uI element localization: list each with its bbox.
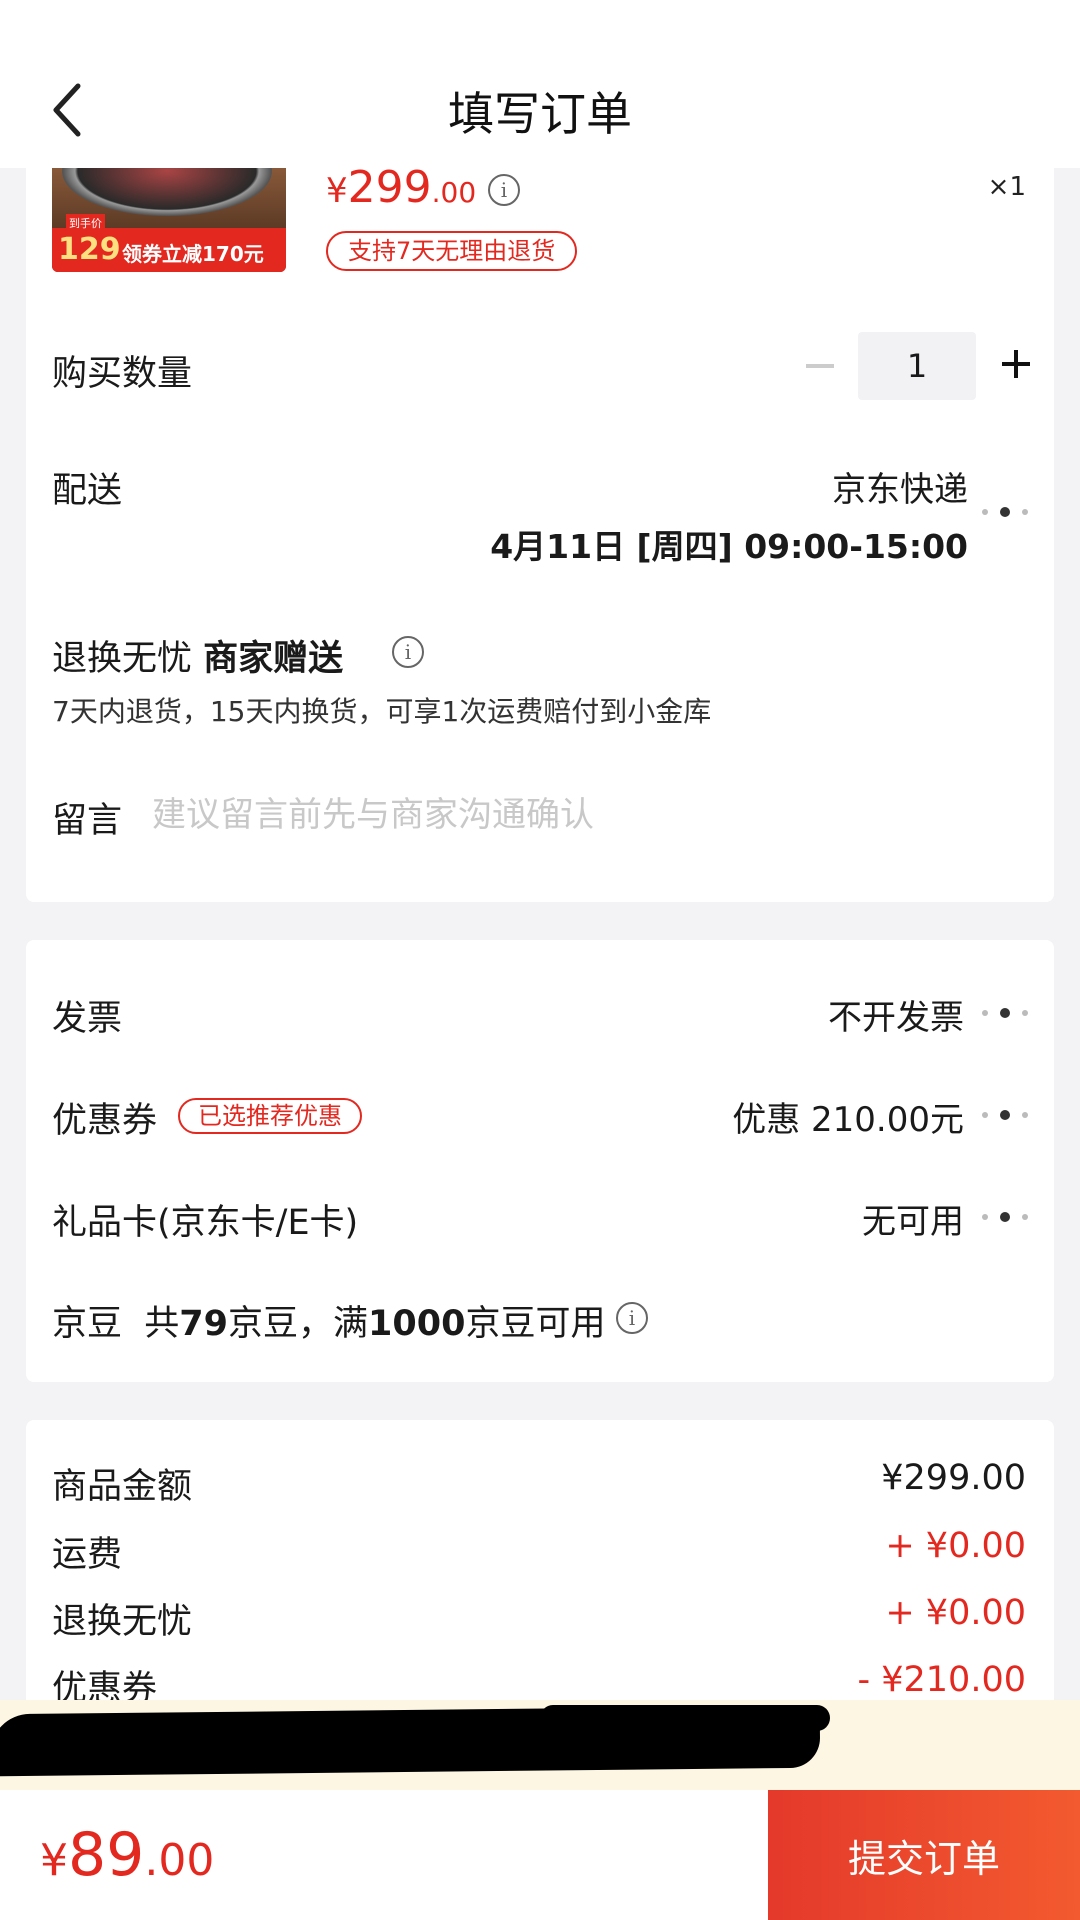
product-thumbnail[interactable]: 到手价 129 领券立减170元 <box>52 166 286 272</box>
worry-free-info-icon[interactable]: i <box>392 636 424 668</box>
redaction-mark-top <box>540 1705 830 1731</box>
submit-order-button[interactable]: 提交订单 <box>768 1790 1080 1920</box>
total-price: ¥89.00 <box>40 1820 214 1890</box>
page-title: 填写订单 <box>448 87 632 141</box>
total-currency: ¥ <box>40 1835 68 1886</box>
beans-post: 京豆可用 <box>465 1304 606 1344</box>
worry-free-row: 退换无忧 商家赠送 <box>52 630 343 681</box>
goods-amount-label: 商品金额 <box>52 1467 193 1507</box>
beans-mid: 京豆，满 <box>228 1304 369 1344</box>
delivery-carrier[interactable]: 京东快递 <box>832 462 968 511</box>
worry-free-fee-label: 退换无忧 <box>52 1602 193 1642</box>
invoice-more-icon[interactable] <box>982 1007 1028 1019</box>
thumbnail-promo-banner: 到手价 129 领券立减170元 <box>52 214 286 272</box>
shipping-value: + ¥0.00 <box>885 1526 1026 1566</box>
worry-free-gift: 商家赠送 <box>203 639 344 679</box>
price-info-icon[interactable]: i <box>488 174 520 206</box>
promo-text: 领券立减170元 <box>122 242 264 266</box>
beans-info-icon[interactable]: i <box>616 1302 648 1334</box>
beans-label: 京豆 <box>52 1304 123 1344</box>
price-integer: 299 <box>347 162 432 213</box>
quantity-label: 购买数量 <box>52 354 193 394</box>
worry-free-description: 7天内退货，15天内换货，可享1次运费赔付到小金库 <box>52 695 712 728</box>
delivery-label: 配送 <box>52 471 123 511</box>
gift-card-label: 礼品卡(京东卡/E卡) <box>52 1203 359 1243</box>
gift-card-more-icon[interactable] <box>982 1211 1028 1223</box>
coupon-value[interactable]: 优惠 210.00元 <box>732 1092 964 1141</box>
jd-beans-row: 京豆 共79京豆，满1000京豆可用 <box>52 1295 605 1346</box>
worry-free-fee-value: + ¥0.00 <box>885 1593 1026 1633</box>
beans-pre: 共 <box>144 1304 180 1344</box>
total-integer: 89 <box>68 1820 145 1890</box>
beans-threshold: 1000 <box>368 1304 466 1344</box>
coupon-selected-badge: 已选推荐优惠 <box>178 1098 362 1134</box>
delivery-more-icon[interactable] <box>982 506 1028 518</box>
quantity-value[interactable]: 1 <box>858 332 976 400</box>
shipping-label: 运费 <box>52 1535 123 1575</box>
gift-card-value[interactable]: 无可用 <box>862 1194 964 1243</box>
goods-amount-value: ¥299.00 <box>881 1458 1026 1498</box>
quantity-increase-button[interactable] <box>1002 350 1030 378</box>
message-input[interactable] <box>152 790 852 840</box>
price-currency: ¥ <box>326 171 348 211</box>
coupon-discount-value: - ¥210.00 <box>857 1660 1027 1700</box>
delivery-time[interactable]: 4月11日 [周四] 09:00-15:00 <box>490 520 968 568</box>
coupon-more-icon[interactable] <box>982 1109 1028 1121</box>
product-price: ¥299.00 <box>326 162 476 213</box>
worry-free-label: 退换无忧 <box>52 639 193 679</box>
total-decimal: .00 <box>144 1835 215 1886</box>
beans-count: 79 <box>179 1304 229 1344</box>
header-bar: 填写订单 <box>0 0 1080 168</box>
price-decimal: .00 <box>431 176 477 209</box>
invoice-label: 发票 <box>52 999 123 1039</box>
promo-price: 129 <box>58 232 121 267</box>
coupon-label: 优惠券 <box>52 1101 158 1141</box>
promo-tag: 到手价 <box>66 214 105 232</box>
product-image <box>62 166 272 216</box>
invoice-value[interactable]: 不开发票 <box>828 990 964 1039</box>
return-policy-badge: 支持7天无理由退货 <box>326 231 578 271</box>
quantity-badge: ×1 <box>987 172 1026 202</box>
quantity-decrease-button[interactable] <box>806 364 834 368</box>
message-label: 留言 <box>52 801 123 841</box>
